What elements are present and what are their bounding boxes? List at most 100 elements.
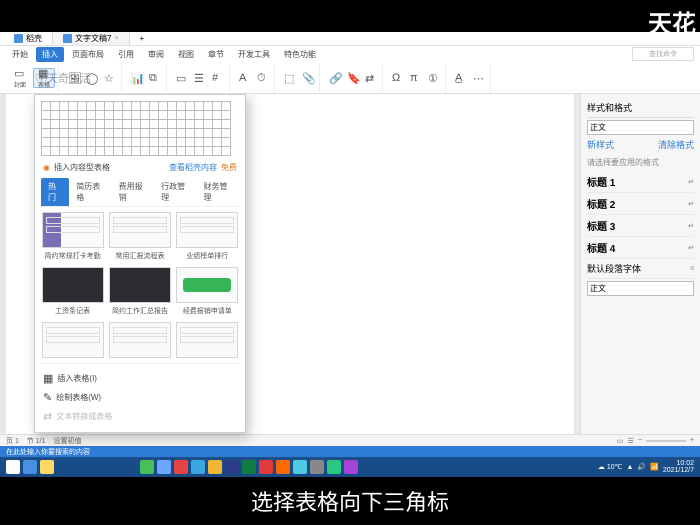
- attach-button[interactable]: 📎: [300, 68, 316, 88]
- crossref-button[interactable]: ⇄: [363, 68, 379, 88]
- insert-content-label: 插入内容型表格: [54, 162, 110, 173]
- app-icon[interactable]: [310, 460, 324, 474]
- view-icon[interactable]: ▭: [617, 437, 624, 445]
- app-icon[interactable]: [293, 460, 307, 474]
- rtab-view[interactable]: 视图: [172, 47, 200, 62]
- style-h1[interactable]: 标题 1↵: [587, 171, 694, 193]
- edge-icon[interactable]: [23, 460, 37, 474]
- app-icon[interactable]: [208, 460, 222, 474]
- app-icon[interactable]: [259, 460, 273, 474]
- template-item[interactable]: 经费报销申请单: [176, 267, 239, 316]
- style-h4[interactable]: 标题 4↵: [587, 237, 694, 259]
- app-icon[interactable]: [191, 460, 205, 474]
- template-item[interactable]: 工资条记表: [41, 267, 104, 316]
- style-h2[interactable]: 标题 2↵: [587, 193, 694, 215]
- rtab-layout[interactable]: 页面布局: [66, 47, 110, 62]
- rtab-review[interactable]: 审阅: [142, 47, 170, 62]
- convert-table-item: ⇄文本转换成表格: [41, 407, 239, 426]
- symbol-button[interactable]: Ω: [390, 68, 406, 88]
- art-button[interactable]: A: [237, 68, 253, 88]
- tab-home[interactable]: 稻壳: [4, 32, 53, 45]
- style-body[interactable]: 正文: [587, 281, 694, 296]
- pagenum-button[interactable]: #: [210, 68, 226, 88]
- smartart-button[interactable]: ⧉: [147, 68, 163, 88]
- weather-widget[interactable]: ☁ 10℃: [598, 463, 623, 471]
- rtab-insert[interactable]: 插入: [36, 47, 64, 62]
- new-style-link[interactable]: 新样式: [587, 138, 614, 151]
- tray-icon[interactable]: ▲: [626, 464, 633, 471]
- wc-label[interactable]: 设置初值: [54, 436, 82, 446]
- app-icon[interactable]: [225, 460, 239, 474]
- template-item[interactable]: 简约工作汇总报告: [108, 267, 171, 316]
- equation-button[interactable]: π: [408, 68, 424, 88]
- zoom-slider[interactable]: [646, 440, 686, 442]
- style-h3[interactable]: 标题 3↵: [587, 215, 694, 237]
- tab-doc[interactable]: 文字文稿7 ×: [53, 32, 130, 45]
- app-icon[interactable]: [344, 460, 358, 474]
- date-button[interactable]: ⏱: [255, 68, 271, 88]
- rtab-start[interactable]: 开始: [6, 47, 34, 62]
- bookmark-button[interactable]: 🔖: [345, 68, 361, 88]
- view-all-link[interactable]: 查看稻壳内容: [169, 162, 217, 173]
- rtab-dev[interactable]: 开发工具: [232, 47, 276, 62]
- app-icon[interactable]: [242, 460, 256, 474]
- clock-date[interactable]: 2021/12/7: [663, 467, 694, 474]
- rtab-section[interactable]: 章节: [202, 47, 230, 62]
- object-button[interactable]: ⬚: [282, 68, 298, 88]
- cover-button[interactable]: ▭封面: [9, 68, 31, 88]
- current-style[interactable]: 正文: [587, 120, 694, 135]
- rtab-ref[interactable]: 引用: [112, 47, 140, 62]
- table-grid-picker[interactable]: [41, 101, 239, 155]
- clear-format-link[interactable]: 清除格式: [658, 138, 694, 151]
- header-button[interactable]: ☰: [192, 68, 208, 88]
- statusbar: 页 1 节 1/1 设置初值 ▭ ☰ − +: [0, 434, 700, 446]
- icon-button[interactable]: ☆: [102, 68, 118, 88]
- app-icon[interactable]: [140, 460, 154, 474]
- style-default[interactable]: 默认段落字体a: [587, 259, 694, 279]
- template-item[interactable]: 简约常规打卡考勤: [41, 212, 104, 261]
- panel-title: 样式和格式: [587, 98, 694, 118]
- template-item[interactable]: [41, 322, 104, 358]
- dd-tab-hot[interactable]: 热门: [41, 178, 69, 206]
- template-item[interactable]: 业绩榜单排行: [176, 212, 239, 261]
- tray-icon[interactable]: 🔊: [637, 463, 646, 471]
- dropcap-button[interactable]: A̲: [453, 68, 469, 88]
- search-hint[interactable]: 在此处输入你要搜索的内容: [0, 446, 700, 457]
- link-button[interactable]: 🔗: [327, 68, 343, 88]
- tab-add[interactable]: +: [130, 33, 155, 44]
- watermark-brand: ①天奇生活: [36, 70, 91, 86]
- dd-tab-expense[interactable]: 费用报销: [112, 178, 154, 206]
- doc-icon: [63, 34, 72, 43]
- free-badge: 免费: [221, 162, 237, 173]
- chart-button[interactable]: 📊: [129, 68, 145, 88]
- textbox-button[interactable]: ▭: [174, 68, 190, 88]
- taskbar: ☁ 10℃ ▲ 🔊 📶 10:022021/12/7: [0, 457, 700, 477]
- page-label: 页 1: [6, 436, 19, 446]
- styles-panel: 样式和格式 正文 新样式 清除格式 请选择要应用的格式 标题 1↵ 标题 2↵ …: [580, 94, 700, 477]
- draw-table-item[interactable]: ✎绘制表格(W): [41, 388, 239, 407]
- more-button[interactable]: ⋯: [471, 68, 487, 88]
- app-icon[interactable]: [327, 460, 341, 474]
- start-icon[interactable]: [6, 460, 20, 474]
- app-icon[interactable]: [174, 460, 188, 474]
- clock-time[interactable]: 10:02: [676, 460, 694, 467]
- dd-tab-fin[interactable]: 财务管理: [197, 178, 239, 206]
- template-item[interactable]: [176, 322, 239, 358]
- rtab-feat[interactable]: 特色功能: [278, 47, 322, 62]
- template-item[interactable]: [108, 322, 171, 358]
- dd-tab-admin[interactable]: 行政管理: [154, 178, 196, 206]
- template-icon: ◉: [43, 163, 50, 172]
- app-icon[interactable]: [276, 460, 290, 474]
- document-canvas[interactable]: ◉ 插入内容型表格 查看稻壳内容 免费 热门 简历表格 费用报销 行政管理 财务…: [6, 94, 574, 477]
- app-icon[interactable]: [157, 460, 171, 474]
- template-item[interactable]: 常用汇报流程表: [108, 212, 171, 261]
- view-icon[interactable]: ☰: [628, 437, 634, 445]
- dd-tab-resume[interactable]: 简历表格: [69, 178, 111, 206]
- zoom-out[interactable]: −: [638, 437, 642, 444]
- tray-icon[interactable]: 📶: [650, 463, 659, 471]
- folder-icon[interactable]: [40, 460, 54, 474]
- zoom-in[interactable]: +: [690, 437, 694, 444]
- insert-table-item[interactable]: ▦插入表格(I): [41, 369, 239, 388]
- search-box[interactable]: 查找命令: [632, 47, 694, 61]
- number-button[interactable]: ①: [426, 68, 442, 88]
